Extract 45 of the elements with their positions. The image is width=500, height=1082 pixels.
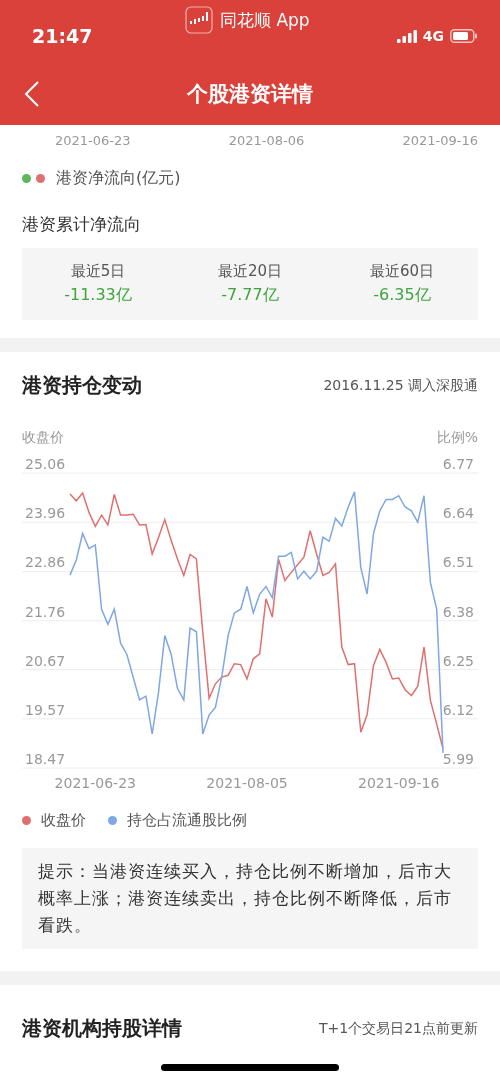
- left-axis-tick: 23.96: [25, 505, 66, 522]
- stat-value: -7.77亿: [221, 285, 279, 306]
- stat-label: 最近5日: [70, 262, 126, 281]
- x-axis-tick: 2021-06-23: [54, 775, 136, 791]
- x-axis-tick: 2021-09-16: [358, 775, 440, 791]
- left-axis-tick: 20.67: [25, 652, 66, 669]
- right-axis-tick: 6.51: [442, 554, 474, 571]
- stat-label: 最近20日: [217, 262, 283, 281]
- network-type: 4G: [422, 28, 444, 44]
- legend-label: 持仓占流通股比例: [127, 811, 247, 830]
- left-axis-title: 收盘价: [22, 429, 64, 447]
- axis-date-label: 2021-09-16: [402, 133, 478, 148]
- section-note: T+1个交易日21点前更新: [319, 1019, 478, 1038]
- section-subtitle: 港资累计净流向: [22, 213, 142, 236]
- axis-date-label: 2021-06-23: [55, 133, 131, 148]
- left-axis-tick: 22.86: [25, 554, 66, 571]
- app-logo-icon: [185, 6, 213, 34]
- section-note: 2016.11.25 调入深股通: [323, 376, 478, 395]
- left-axis-tick: 18.47: [25, 751, 66, 767]
- status-time: 21:47: [32, 25, 93, 47]
- back-button[interactable]: [24, 79, 40, 108]
- app-name: 同花顺 App: [220, 8, 310, 32]
- battery-icon: [450, 29, 478, 43]
- left-axis-tick: 21.76: [25, 603, 66, 620]
- right-axis-tick: 6.25: [442, 652, 474, 669]
- stat-value: -11.33亿: [64, 285, 132, 306]
- right-axis-tick: 6.12: [442, 701, 474, 718]
- stat-label: 最近60日: [369, 262, 435, 281]
- axis-date-label: 2021-08-06: [228, 133, 305, 148]
- right-axis-tick: 6.64: [442, 505, 474, 522]
- left-axis-tick: 25.06: [25, 456, 66, 472]
- x-axis-tick: 2021-08-05: [206, 775, 288, 791]
- legend-label: 港资净流向(亿元): [56, 168, 181, 189]
- right-axis-tick: 6.38: [442, 603, 474, 620]
- right-axis-tick: 6.77: [442, 456, 474, 472]
- section-title: 港资持仓变动: [22, 372, 142, 399]
- right-axis-tick: 5.99: [442, 751, 474, 767]
- section-title: 港资机构持股详情: [22, 1015, 182, 1042]
- signal-icon: [396, 29, 417, 43]
- stat-value: -6.35亿: [373, 285, 431, 306]
- page-title: 个股港资详情: [187, 80, 313, 108]
- tip-text: 提示：当港资连续买入，持仓比例不断增加，后市大概率上涨；港资连续卖出，持仓比例不断降低，后市看跌。: [22, 848, 478, 949]
- left-axis-tick: 19.57: [25, 701, 66, 718]
- right-axis-title: 比例%: [436, 429, 478, 447]
- legend-label: 收盘价: [41, 811, 86, 830]
